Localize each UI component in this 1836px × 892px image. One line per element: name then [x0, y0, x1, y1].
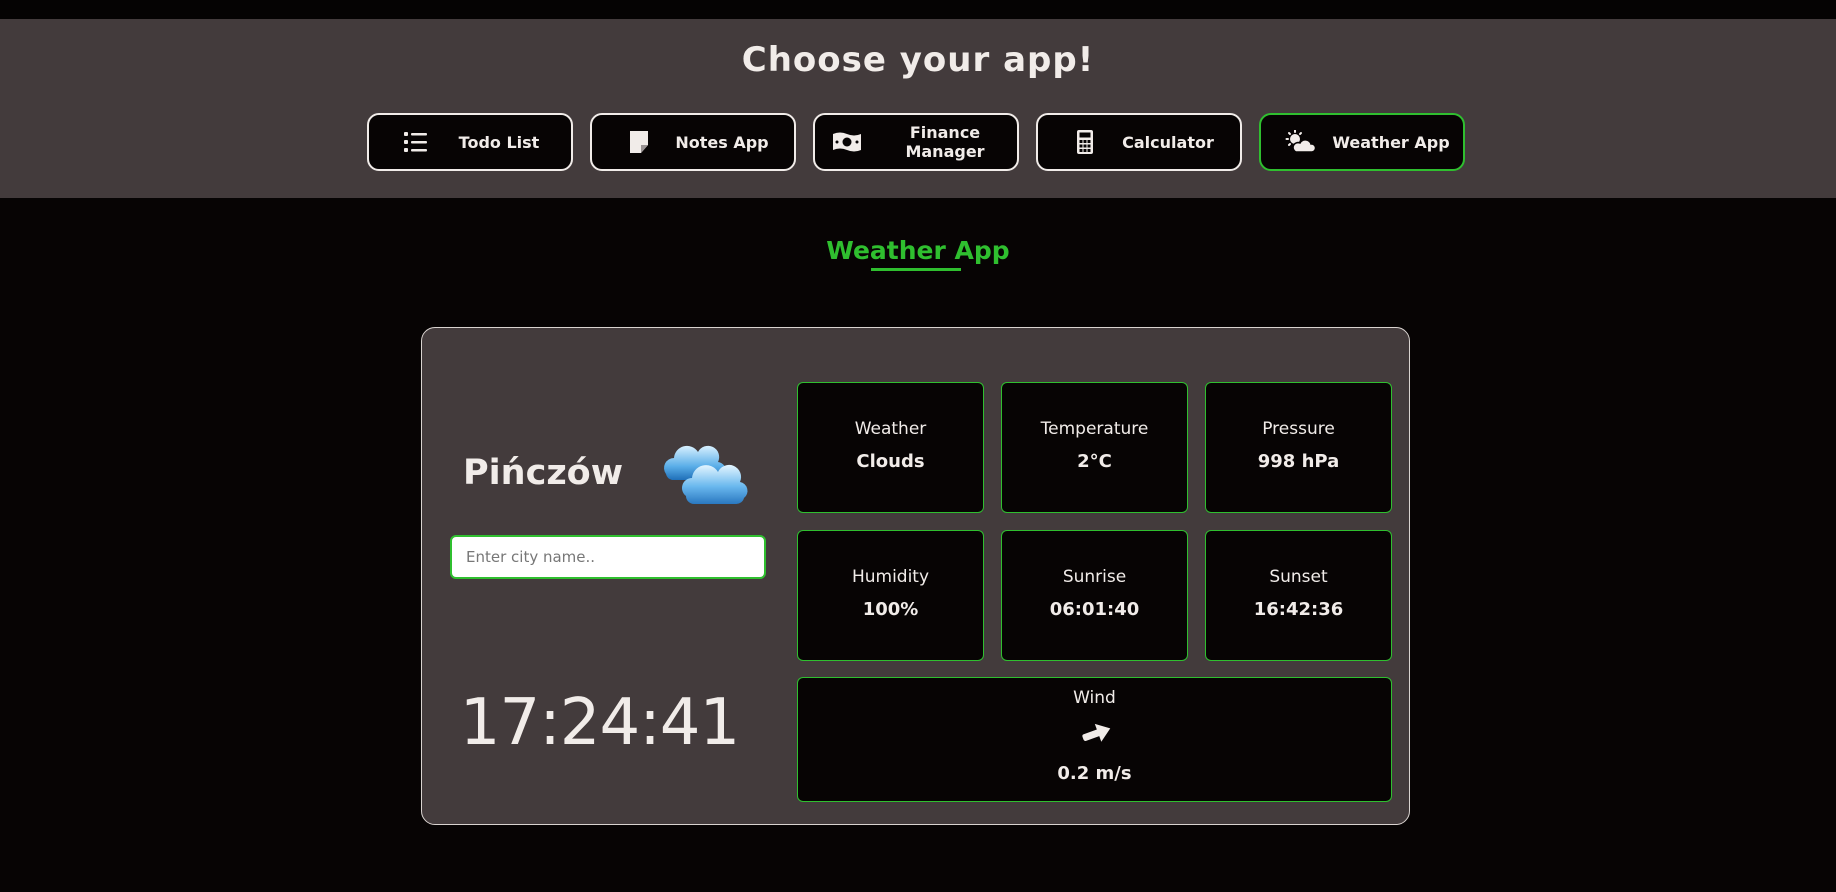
nav-label-todo-list: Todo List — [458, 132, 540, 152]
section-title-underline — [871, 268, 961, 271]
tile-value: 16:42:36 — [1253, 599, 1344, 620]
nav-button-calculator[interactable]: Calculator — [1036, 113, 1242, 171]
tile-humidity: Humidity 100% — [797, 530, 984, 661]
nav-button-notes-app[interactable]: Notes App — [590, 113, 796, 171]
nav-button-weather-app[interactable]: Weather App — [1259, 113, 1465, 171]
cloud-icon — [664, 445, 748, 505]
money-bill-icon — [833, 132, 861, 152]
tile-pressure: Pressure 998 hPa — [1205, 382, 1392, 513]
page-title: Choose your app! — [741, 40, 1095, 80]
nav-label-notes-app: Notes App — [675, 132, 769, 152]
tile-label: Humidity — [851, 567, 930, 587]
city-search-input[interactable] — [450, 535, 766, 579]
nav-label-finance-manager: Finance Manager — [905, 123, 985, 161]
tile-value: 998 hPa — [1257, 451, 1340, 472]
tile-sunset: Sunset 16:42:36 — [1205, 530, 1392, 661]
tile-value: Clouds — [856, 451, 925, 472]
tile-label: Weather — [854, 419, 927, 439]
browser-top-strip — [0, 0, 1836, 19]
tile-temperature: Temperature 2°C — [1001, 382, 1188, 513]
calculator-icon — [1077, 130, 1093, 154]
city-name: Pińczów — [463, 453, 624, 493]
sticky-note-icon — [630, 131, 648, 153]
wind-value: 0.2 m/s — [1057, 763, 1132, 784]
nav-label-weather-app: Weather App — [1332, 132, 1450, 152]
list-icon — [404, 132, 427, 152]
wind-direction-arrow-icon — [1082, 723, 1111, 742]
tile-weather: Weather Clouds — [797, 382, 984, 513]
page: Choose your app! Todo List Notes App Fin… — [0, 0, 1836, 892]
tile-sunrise: Sunrise 06:01:40 — [1001, 530, 1188, 661]
nav-button-finance-manager[interactable]: Finance Manager — [813, 113, 1019, 171]
tile-label: Sunset — [1269, 567, 1328, 587]
nav-button-todo-list[interactable]: Todo List — [367, 113, 573, 171]
cloud-sun-icon — [1285, 130, 1315, 153]
tile-value: 06:01:40 — [1049, 599, 1140, 620]
tile-label: Temperature — [1040, 419, 1149, 439]
app-header: Choose your app! Todo List Notes App Fin… — [0, 19, 1836, 198]
tile-wind: Wind 0.2 m/s — [797, 677, 1392, 802]
app-nav: Todo List Notes App Finance Manager Calc… — [0, 113, 1836, 171]
tile-value: 2°C — [1077, 451, 1112, 472]
weather-card: Pińczów 17:24:41 Weather — [421, 327, 1410, 825]
nav-label-calculator: Calculator — [1122, 132, 1214, 152]
clock: 17:24:41 — [459, 686, 740, 760]
tile-label: Sunrise — [1062, 567, 1127, 587]
wind-label: Wind — [1073, 688, 1116, 708]
tile-value: 100% — [862, 599, 919, 620]
tile-label: Pressure — [1262, 419, 1335, 439]
section-title: Weather App — [826, 236, 1010, 265]
